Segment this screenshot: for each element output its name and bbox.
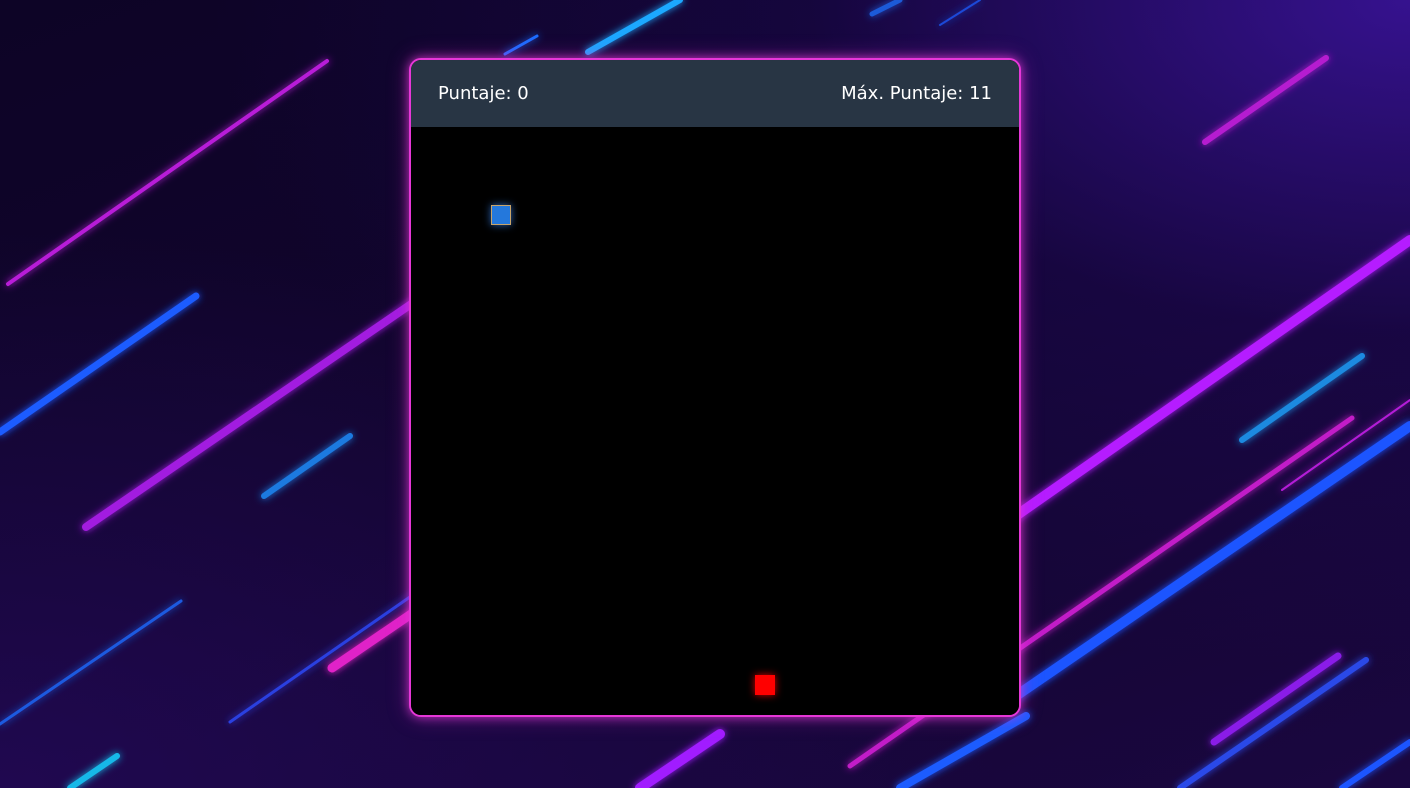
score-label: Puntaje: 0 — [438, 83, 529, 104]
game-window: Puntaje: 0 Máx. Puntaje: 11 — [409, 58, 1021, 717]
game-board[interactable] — [411, 127, 1019, 715]
score-bar: Puntaje: 0 Máx. Puntaje: 11 — [411, 60, 1019, 127]
food-item — [755, 675, 775, 695]
high-score-label: Máx. Puntaje: 11 — [841, 83, 992, 104]
snake-head — [491, 205, 511, 225]
